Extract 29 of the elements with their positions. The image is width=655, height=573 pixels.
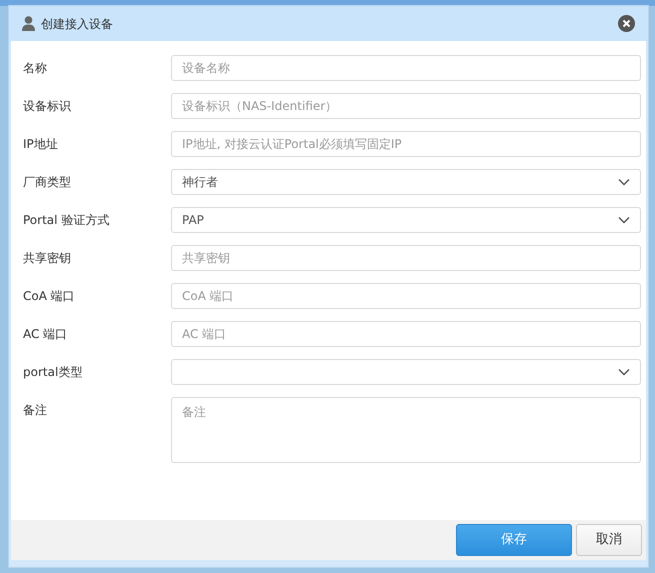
close-icon[interactable] [618,15,635,32]
select-value: PAP [182,212,204,229]
input-field[interactable]: 共享密钥 [171,245,641,271]
field-label: portal类型 [23,364,84,381]
cancel-button[interactable]: 取消 [576,524,642,556]
input-field[interactable]: IP地址, 对接云认证Portal必须填写固定IP [171,131,641,157]
field-label: 设备标识 [23,98,72,115]
select-field[interactable] [171,359,641,385]
input-field[interactable]: CoA 端口 [171,283,641,309]
field-label: 名称 [23,60,48,77]
select-field[interactable]: PAP [171,207,641,233]
chevron-down-icon [618,178,630,186]
select-field[interactable]: 神行者 [171,169,641,195]
field-label: 共享密钥 [23,250,72,267]
chevron-down-icon [618,368,630,376]
field-label: AC 端口 [23,326,68,343]
field-label: CoA 端口 [23,288,76,305]
input-field[interactable]: 设备名称 [171,55,641,81]
textarea-field[interactable]: 备注 [171,397,641,463]
user-icon [22,16,35,31]
field-label: IP地址 [23,136,59,153]
select-value: 神行者 [182,174,218,191]
field-label: 厂商类型 [23,174,72,191]
field-label: 备注 [23,402,48,419]
field-label: Portal 验证方式 [23,212,110,229]
input-field[interactable]: 设备标识（NAS-Identifier） [171,93,641,119]
input-field[interactable]: AC 端口 [171,321,641,347]
chevron-down-icon [618,216,630,224]
dialog-title: 创建接入设备 [41,16,113,32]
